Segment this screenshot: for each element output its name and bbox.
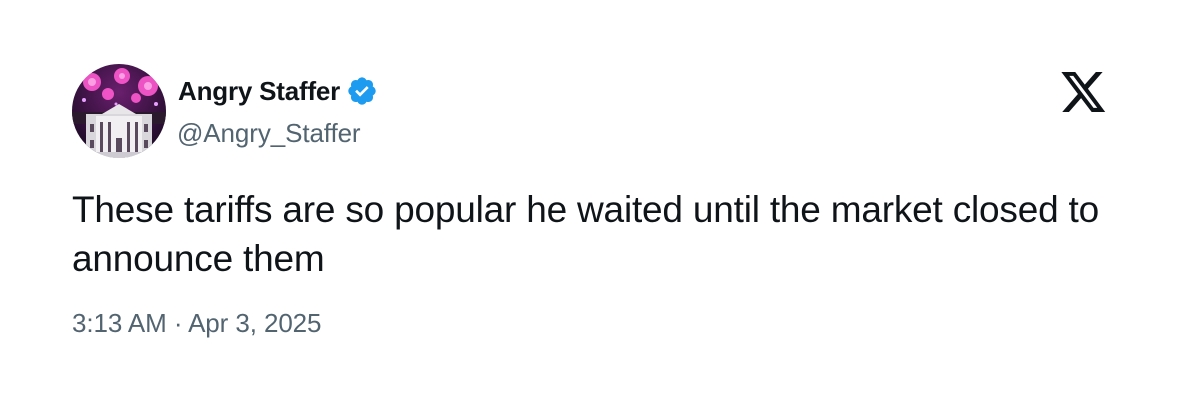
author-name[interactable]: Angry Staffer: [178, 76, 340, 107]
tweet-text: These tariffs are so popular he waited u…: [72, 189, 1099, 279]
author-name-row[interactable]: Angry Staffer: [178, 73, 378, 109]
verified-badge-icon: [346, 75, 378, 107]
x-logo-icon[interactable]: [1061, 72, 1107, 112]
author-avatar[interactable]: [72, 64, 166, 158]
tweet-card: Angry Staffer @Angry_Staffer These tarif…: [0, 0, 1180, 408]
white-house-fireworks-icon: [72, 64, 166, 158]
author-handle[interactable]: @Angry_Staffer: [177, 118, 361, 149]
tweet-timestamp[interactable]: 3:13 AM · Apr 3, 2025: [72, 308, 322, 339]
